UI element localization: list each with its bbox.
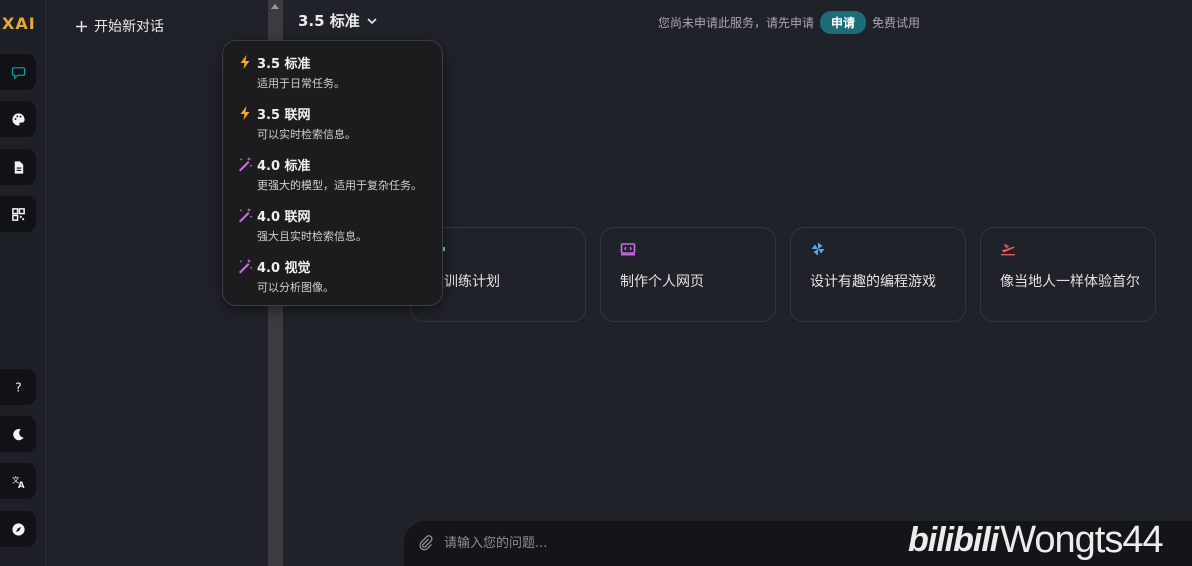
chevron-down-icon	[367, 17, 377, 24]
svg-text:?: ?	[15, 380, 21, 394]
rail-chat-button[interactable]	[0, 54, 36, 90]
watermark-brand: bilibili	[908, 520, 999, 559]
rail-help-button[interactable]: ?	[0, 369, 36, 405]
model-option-description: 强大且实时检索信息。	[257, 230, 367, 243]
model-option-title: 4.0 视觉	[257, 260, 311, 276]
model-option-40-standard[interactable]: 4.0 标准 更强大的模型，适用于复杂任务。	[237, 155, 437, 193]
airplane-icon	[1001, 244, 1015, 256]
palette-icon	[11, 112, 25, 126]
model-option-description: 可以实时检索信息。	[257, 128, 356, 141]
model-option-description: 可以分析图像。	[257, 281, 334, 294]
model-option-title: 3.5 标准	[257, 56, 311, 72]
magic-wand-icon	[239, 259, 253, 274]
compass-icon	[11, 522, 25, 536]
model-option-title: 4.0 标准	[257, 158, 311, 174]
suggestion-label: 制作个人网页	[620, 274, 704, 290]
model-option-35-online[interactable]: 3.5 联网 可以实时检索信息。	[237, 104, 437, 142]
suggestion-card-game[interactable]: 设计有趣的编程游戏	[790, 227, 966, 322]
moon-icon	[12, 428, 24, 440]
suggestion-label: 像当地人一样体验首尔	[1000, 274, 1140, 290]
plus-icon	[76, 20, 87, 32]
model-option-40-vision[interactable]: 4.0 视觉 可以分析图像。	[237, 257, 437, 295]
help-icon: ?	[15, 380, 21, 394]
suggestion-card-webpage[interactable]: 制作个人网页	[600, 227, 776, 322]
bolt-icon	[240, 55, 250, 69]
model-option-title: 4.0 联网	[257, 209, 311, 225]
translate-icon: 文A	[11, 474, 25, 489]
model-option-description: 适用于日常任务。	[257, 77, 345, 90]
service-notice: 您尚未申请此服务，请先申请 申请 免费试用	[658, 11, 920, 34]
suggestion-card-travel[interactable]: 像当地人一样体验首尔	[980, 227, 1156, 322]
pinwheel-icon	[811, 242, 825, 256]
model-selector[interactable]: 3.5 标准	[298, 10, 378, 31]
rail-language-button[interactable]: 文A	[0, 463, 36, 499]
scroll-up-arrow-icon[interactable]	[271, 4, 279, 9]
rail-explore-button[interactable]	[0, 511, 36, 547]
message-input[interactable]	[444, 533, 884, 553]
trial-text: 免费试用	[872, 16, 921, 30]
watermark-user: Wongts44	[1000, 518, 1163, 561]
rail-theme-button[interactable]	[0, 416, 36, 452]
rail-palette-button[interactable]	[0, 101, 36, 137]
model-dropdown-menu: 3.5 标准 适用于日常任务。 3.5 联网 可以实时检索信息。 4.0 标准 …	[222, 40, 443, 306]
magic-wand-icon	[239, 157, 253, 172]
bolt-icon	[240, 106, 250, 120]
rail-document-button[interactable]	[0, 149, 36, 185]
new-chat-button[interactable]: 开始新对话	[75, 16, 164, 36]
magic-wand-icon	[239, 208, 253, 223]
suggestion-label: 设计有趣的编程游戏	[810, 274, 936, 290]
model-option-title: 3.5 联网	[257, 107, 311, 123]
app-logo: XAI	[2, 14, 36, 33]
model-option-35-standard[interactable]: 3.5 标准 适用于日常任务。	[237, 53, 437, 91]
paperclip-icon[interactable]	[418, 535, 434, 551]
icon-rail: XAI ? 文A	[0, 0, 46, 566]
rail-apps-button[interactable]	[0, 196, 36, 232]
model-option-description: 更强大的模型，适用于复杂任务。	[257, 179, 422, 192]
video-watermark: bilibili Wongts44	[908, 514, 1192, 566]
model-selector-label: 3.5 标准	[298, 12, 360, 30]
apps-icon	[11, 207, 25, 221]
notice-text: 您尚未申请此服务，请先申请	[658, 16, 815, 30]
new-chat-label: 开始新对话	[94, 19, 164, 35]
model-option-40-online[interactable]: 4.0 联网 强大且实时检索信息。	[237, 206, 437, 244]
apply-button[interactable]: 申请	[820, 11, 867, 34]
chat-icon	[11, 66, 25, 80]
svg-text:A: A	[18, 480, 25, 489]
document-icon	[14, 160, 23, 174]
code-window-icon	[620, 243, 636, 256]
